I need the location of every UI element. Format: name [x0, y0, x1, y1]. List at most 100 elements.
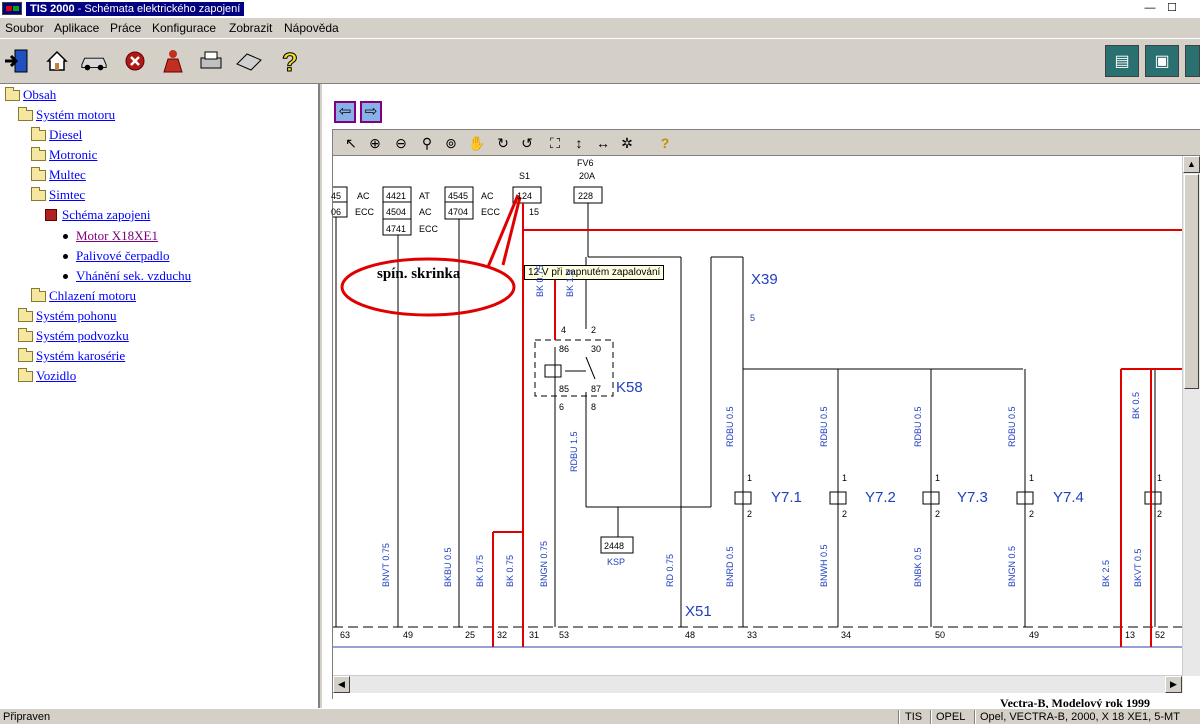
bullet-icon [63, 234, 68, 239]
book-icon [45, 209, 57, 221]
fit-width-icon[interactable]: ↔ [593, 133, 613, 153]
wire-labels: BK 0.75 BK 1.5 RDBU 1.5 RDBU 0.5 RDBU 0.… [333, 157, 1183, 675]
wire-label: BK 1.5 [565, 269, 575, 297]
print-icon[interactable] [197, 47, 225, 75]
bullet-icon [63, 254, 68, 259]
menu-konfigurace[interactable]: Konfigurace [152, 21, 216, 35]
home-icon[interactable] [43, 47, 71, 75]
pan-icon[interactable]: ✋ [467, 133, 487, 153]
tree-item-multec[interactable]: Multec [49, 167, 86, 183]
folder-icon [31, 147, 46, 161]
wire-label: BKVT 0.5 [1133, 548, 1143, 587]
status-vehicle: Opel, VECTRA-B, 2000, X 18 XE1, 5-MT [980, 711, 1180, 723]
wire-label: BNBK 0.5 [913, 547, 923, 587]
scroll-thumb[interactable] [1184, 174, 1199, 389]
remote-icon[interactable] [1185, 45, 1200, 77]
wire-label: BK 0.5 [1131, 391, 1141, 419]
wire-label: BK 0.75 [475, 554, 485, 587]
scroll-right-button[interactable]: ▶ [1165, 676, 1182, 693]
zoom-in-icon[interactable]: ⊕ [365, 133, 385, 153]
horizontal-scrollbar[interactable]: ◀ ▶ [333, 675, 1183, 693]
keyboard-icon[interactable] [235, 47, 263, 75]
tree-item-obsah[interactable]: Obsah [23, 87, 56, 103]
back-button[interactable]: ⇦ [334, 101, 356, 123]
status-separator [930, 710, 932, 724]
help-icon[interactable]: ? [655, 133, 675, 153]
maximize-button[interactable]: ☐ [1164, 2, 1180, 16]
status-tis: TIS [905, 711, 923, 723]
viewer-toolbar: ↖ ⊕ ⊖ ⚲ ⊚ ✋ ↻ ↺ ⛶ ↕ ↔ ✲ ? [333, 130, 1200, 156]
wire-label: BK 0.75 [535, 264, 545, 297]
folder-icon [31, 167, 46, 181]
menu-zobrazit[interactable]: Zobrazit [229, 21, 272, 35]
diagnostics-icon[interactable]: ▤ [1105, 45, 1139, 77]
tree-item-system-pohonu[interactable]: Systém pohonu [36, 308, 117, 324]
wire-label: BNWH 0.5 [819, 544, 829, 587]
diagram-viewer: ↖ ⊕ ⊖ ⚲ ⊚ ✋ ↻ ↺ ⛶ ↕ ↔ ✲ ? 45 06 AC ECC 4… [331, 129, 1200, 699]
menu-soubor[interactable]: Soubor [5, 21, 44, 35]
fit-height-icon[interactable]: ↕ [569, 133, 589, 153]
folder-icon [18, 348, 33, 362]
zoom-area-icon[interactable]: ⊚ [441, 133, 461, 153]
wire-label: BKBU 0.5 [443, 547, 453, 587]
folder-icon [31, 127, 46, 141]
tree-item-palivove-cerpadlo[interactable]: Palivové čerpadlo [76, 248, 170, 264]
tree-item-chlazeni-motoru[interactable]: Chlazení motoru [49, 288, 136, 304]
highlight-icon[interactable]: ✲ [617, 133, 637, 153]
menu-aplikace[interactable]: Aplikace [54, 21, 99, 35]
tree-item-system-karoserie[interactable]: Systém karosérie [36, 348, 125, 364]
wire-label: BNGN 0.75 [539, 540, 549, 587]
wire-label: RDBU 0.5 [725, 406, 735, 447]
tree-item-vozidlo[interactable]: Vozidlo [36, 368, 76, 384]
wire-label: BK 2.5 [1101, 559, 1111, 587]
help-icon[interactable]: ? [276, 47, 304, 75]
app-icon [2, 2, 22, 15]
scroll-left-button[interactable]: ◀ [333, 676, 350, 693]
wire-label: RDBU 0.5 [1007, 406, 1017, 447]
window-title: TIS 2000 - Schémata elektrického zapojen… [26, 2, 245, 16]
status-separator [898, 710, 900, 724]
tree-item-motronic[interactable]: Motronic [49, 147, 97, 163]
wire-label: RDBU 1.5 [569, 431, 579, 472]
folder-icon [31, 288, 46, 302]
vehicle-icon[interactable] [80, 47, 108, 75]
title-bar: TIS 2000 - Schémata elektrického zapojen… [0, 0, 1200, 18]
status-bar: Připraven TIS OPEL Opel, VECTRA-B, 2000,… [0, 708, 1200, 724]
stop-icon[interactable] [121, 47, 149, 75]
zoom-icon[interactable]: ⚲ [417, 133, 437, 153]
vertical-scrollbar[interactable]: ▲ [1182, 156, 1200, 676]
folder-icon [18, 328, 33, 342]
folder-icon [18, 308, 33, 322]
scroll-up-button[interactable]: ▲ [1183, 156, 1200, 173]
status-make: OPEL [936, 711, 966, 723]
wire-label: RDBU 0.5 [913, 406, 923, 447]
menu-bar: Soubor Aplikace Práce Konfigurace Zobraz… [0, 18, 1200, 38]
svg-text:?: ? [282, 47, 298, 75]
folder-icon [18, 107, 33, 121]
tree-item-schema-zapojeni[interactable]: Schéma zapojeni [62, 207, 150, 223]
forward-button[interactable]: ⇨ [360, 101, 382, 123]
tree-item-motor-x18xe1[interactable]: Motor X18XE1 [76, 228, 158, 244]
wire-label: RD 0.75 [665, 553, 675, 587]
tree-item-simtec[interactable]: Simtec [49, 187, 85, 203]
pointer-icon[interactable]: ↖ [341, 133, 361, 153]
tree-item-vhaneni[interactable]: Vhánění sek. vzduchu [76, 268, 191, 284]
status-ready: Připraven [3, 711, 51, 723]
zoom-out-icon[interactable]: ⊖ [391, 133, 411, 153]
user-icon[interactable] [159, 47, 187, 75]
minimize-button[interactable]: — [1142, 2, 1158, 16]
menu-prace[interactable]: Práce [110, 21, 141, 35]
tree-item-diesel[interactable]: Diesel [49, 127, 82, 143]
tree-item-system-podvozku[interactable]: Systém podvozku [36, 328, 129, 344]
fit-icon[interactable]: ⛶ [545, 133, 565, 153]
wire-label: RDBU 0.5 [819, 406, 829, 447]
bullet-icon [63, 274, 68, 279]
folder-icon [31, 187, 46, 201]
tree-pane: Obsah Systém motoru Diesel Motronic Mult… [0, 84, 320, 708]
tree-item-system-motoru[interactable]: Systém motoru [36, 107, 115, 123]
menu-napoveda[interactable]: Nápověda [284, 21, 339, 35]
exit-icon[interactable] [2, 47, 30, 75]
rotate-cw-icon[interactable]: ↻ [493, 133, 513, 153]
vehicle-data-icon[interactable]: ▣ [1145, 45, 1179, 77]
rotate-ccw-icon[interactable]: ↺ [517, 133, 537, 153]
